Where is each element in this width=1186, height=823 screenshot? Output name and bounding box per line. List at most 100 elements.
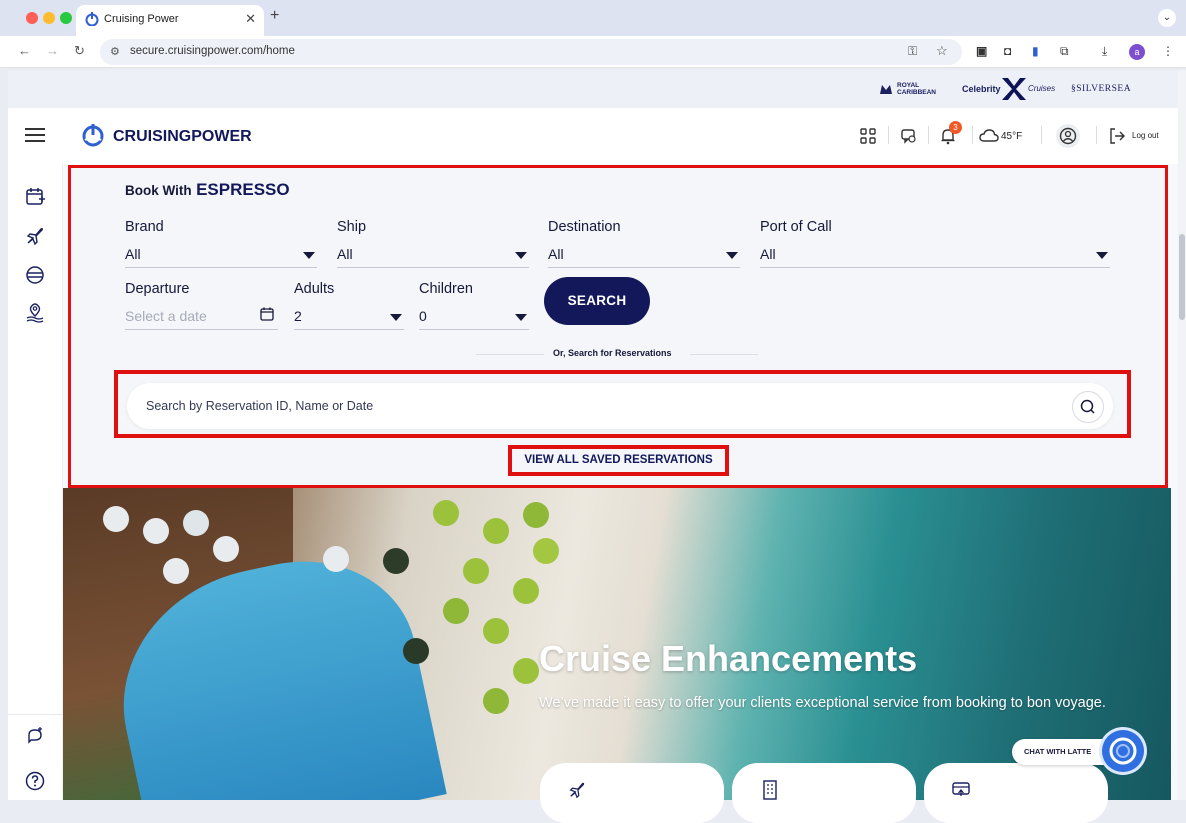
divider	[8, 714, 63, 715]
view-all-saved-reservations-link[interactable]: VIEW ALL SAVED RESERVATIONS	[512, 454, 725, 466]
departure-date-input[interactable]: Select a date	[125, 306, 278, 330]
weather-temperature: 45°F	[1001, 131, 1023, 142]
chat-messages-icon[interactable]	[900, 127, 918, 145]
chevron-down-icon	[390, 314, 402, 321]
adults-select[interactable]: 2	[294, 306, 404, 330]
browser-tab-bar: Cruising Power ✕ + ⌄	[0, 0, 1186, 36]
celebrity-x-icon	[1000, 76, 1028, 102]
celebrity-cruises-text: Cruises	[1028, 84, 1056, 93]
hotel-building-icon	[762, 780, 778, 800]
view-saved-highlight: VIEW ALL SAVED RESERVATIONS	[508, 445, 729, 476]
close-tab-icon[interactable]: ✕	[245, 11, 256, 27]
enhancement-card-transfer[interactable]	[924, 763, 1108, 823]
chat-with-latte-label: CHAT WITH LATTE	[1024, 747, 1092, 756]
apps-grid-icon[interactable]	[860, 128, 876, 144]
destination-select[interactable]: All	[548, 244, 740, 268]
chevron-down-icon	[303, 252, 315, 259]
hero-title: Cruise Enhancements	[539, 638, 918, 679]
divider	[476, 354, 544, 355]
scrollbar-thumb[interactable]	[1179, 234, 1185, 320]
left-sidebar	[8, 164, 63, 800]
minimize-window-button[interactable]	[43, 12, 55, 24]
royal-caribbean-logo[interactable]: ROYAL CARIBBEAN	[897, 82, 936, 96]
reservation-search-input[interactable]: Search by Reservation ID, Name or Date	[127, 383, 1113, 429]
search-button[interactable]: SEARCH	[544, 277, 650, 325]
transfer-ticket-icon	[952, 781, 970, 797]
url-text: secure.cruisingpower.com/home	[130, 45, 295, 57]
chevron-down-icon	[1096, 252, 1108, 259]
port-of-call-label: Port of Call	[760, 219, 832, 235]
app-logo-text[interactable]: CRUISINGPOWER	[113, 128, 252, 146]
browser-tab[interactable]: Cruising Power ✕	[76, 5, 264, 36]
divider	[690, 354, 758, 355]
chevron-down-icon	[726, 252, 738, 259]
site-info-icon[interactable]: ⚙	[110, 45, 120, 58]
children-label: Children	[419, 281, 473, 297]
back-icon[interactable]: ←	[18, 43, 31, 58]
support-chat-icon[interactable]	[25, 727, 45, 747]
camera-extension-icon[interactable]: ◘	[1004, 44, 1011, 58]
app-header: CRUISINGPOWER 3 45°F Log out	[8, 108, 1178, 164]
hero-banner-image: Cruise Enhancements We’ve made it easy t…	[63, 488, 1171, 800]
bookmark-star-icon[interactable]: ☆	[936, 43, 948, 59]
silversea-logo[interactable]: §SILVERSEA	[1071, 84, 1131, 94]
new-tab-icon[interactable]: +	[270, 7, 279, 25]
hero-subtitle: We’ve made it easy to offer your clients…	[539, 695, 1106, 711]
divider	[1041, 126, 1042, 144]
latte-assistant-avatar-icon[interactable]	[1102, 730, 1144, 772]
download-icon[interactable]: ⤓	[1102, 44, 1107, 59]
cruisingpower-favicon-icon	[85, 12, 99, 26]
maximize-window-button[interactable]	[60, 12, 72, 24]
close-window-button[interactable]	[26, 12, 38, 24]
children-select[interactable]: 0	[419, 306, 529, 330]
brand-label: Brand	[125, 219, 164, 235]
or-search-reservations-text: Or, Search for Reservations	[553, 348, 672, 358]
divider	[888, 126, 889, 144]
profile-avatar[interactable]: a	[1129, 44, 1145, 60]
airplane-icon	[568, 781, 586, 799]
enhancement-card-air[interactable]	[540, 763, 724, 823]
reload-icon[interactable]: ↻	[74, 43, 85, 59]
departure-label: Departure	[125, 281, 190, 297]
search-icon[interactable]	[1072, 391, 1104, 423]
espresso-booking-panel: Book With ESPRESSO Brand All Ship All De…	[68, 165, 1168, 488]
location-pin-icon[interactable]	[25, 303, 45, 323]
extension-icon[interactable]: ▣	[976, 44, 987, 58]
sidepanel-extension-icon[interactable]: ▮	[1032, 44, 1039, 58]
help-question-icon[interactable]	[25, 771, 45, 791]
ship-label: Ship	[337, 219, 367, 235]
browser-menu-icon[interactable]: ⋮	[1162, 44, 1174, 58]
reservation-search-placeholder: Search by Reservation ID, Name or Date	[146, 399, 374, 413]
logout-label: Log out	[1132, 131, 1159, 140]
reservation-search-highlight: Search by Reservation ID, Name or Date	[114, 370, 1131, 438]
page-scrollbar[interactable]	[1178, 70, 1186, 800]
url-input[interactable]: ⚙ secure.cruisingpower.com/home ⚿ ☆	[100, 39, 962, 65]
ship-select[interactable]: All	[337, 244, 529, 268]
divider	[1096, 126, 1097, 144]
calendar-icon[interactable]	[260, 307, 274, 321]
brand-select[interactable]: All	[125, 244, 317, 268]
panel-title: Book With ESPRESSO	[125, 180, 290, 199]
port-of-call-select[interactable]: All	[760, 244, 1110, 268]
notification-count-badge: 3	[949, 121, 962, 134]
logout-button[interactable]: Log out	[1108, 127, 1168, 145]
address-bar: ← → ↻ ⚙ secure.cruisingpower.com/home ⚿ …	[0, 36, 1186, 68]
extensions-puzzle-icon[interactable]: ⧉	[1060, 44, 1069, 59]
brand-bar: ROYAL CARIBBEAN Celebrity Cruises §SILVER…	[8, 70, 1178, 108]
tab-search-icon[interactable]: ⌄	[1158, 9, 1176, 27]
celebrity-logo-text[interactable]: Celebrity	[962, 84, 1001, 94]
user-account-icon[interactable]	[1056, 124, 1080, 148]
calendar-add-icon[interactable]	[25, 187, 45, 207]
chevron-down-icon	[515, 252, 527, 259]
destination-label: Destination	[548, 219, 621, 235]
password-key-icon[interactable]: ⚿	[908, 44, 917, 59]
forward-icon[interactable]: →	[46, 43, 59, 58]
divider	[972, 126, 973, 144]
enhancement-card-hotel[interactable]	[732, 763, 916, 823]
tab-title: Cruising Power	[104, 13, 179, 25]
hamburger-menu-icon[interactable]	[25, 127, 45, 143]
airplane-icon[interactable]	[25, 226, 45, 246]
adults-label: Adults	[294, 281, 335, 297]
cruise-brand-icon[interactable]	[25, 265, 45, 285]
divider	[928, 126, 929, 144]
